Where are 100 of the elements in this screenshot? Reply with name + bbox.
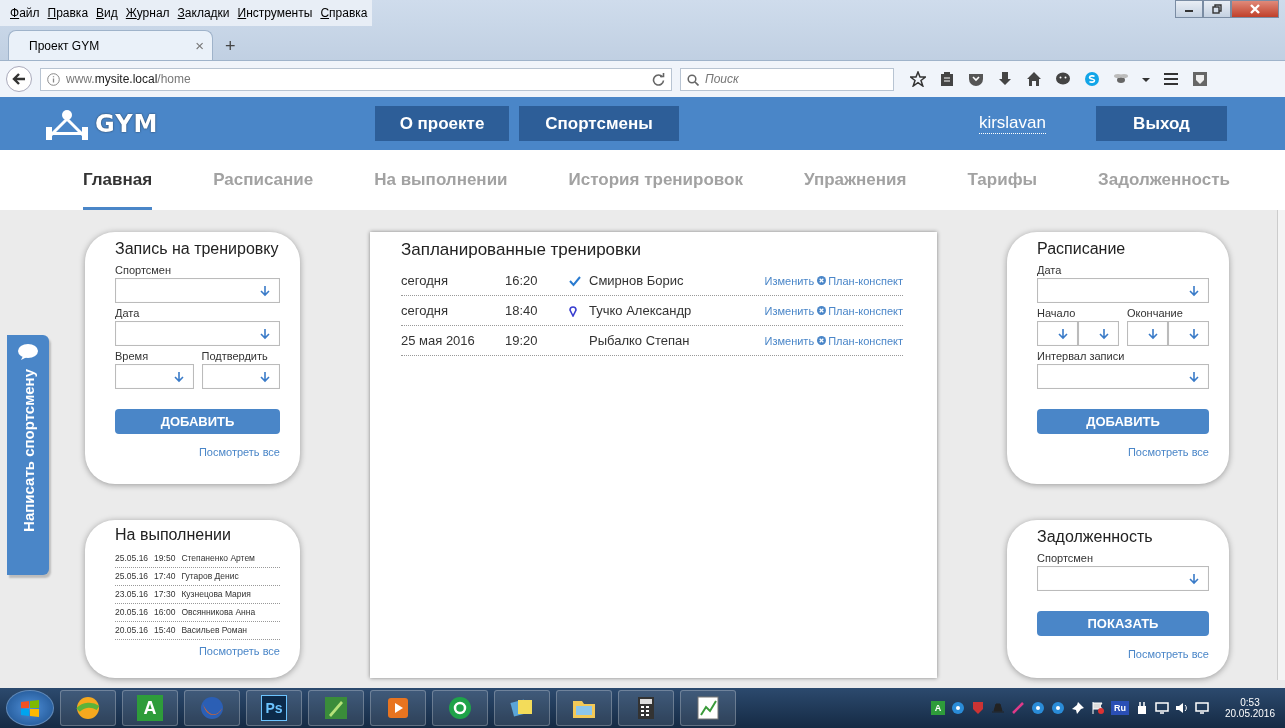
back-button[interactable]: [6, 66, 32, 92]
dropdown-field[interactable]: [1078, 321, 1119, 346]
shield-icon[interactable]: [1192, 71, 1208, 87]
shield-icon[interactable]: [970, 701, 985, 715]
tab-close-button[interactable]: ×: [195, 37, 204, 54]
time-text: 17:40: [154, 571, 176, 581]
menu-item[interactable]: Правка: [43, 4, 93, 22]
disc-icon[interactable]: [950, 701, 965, 715]
dropdown-field[interactable]: [201, 364, 280, 389]
address-bar[interactable]: www.mysite.local/home: [40, 67, 672, 91]
dropdown-field[interactable]: [1037, 566, 1209, 591]
monitor-icon[interactable]: [1194, 701, 1209, 715]
submit-button[interactable]: ДОБАВИТЬ: [115, 409, 280, 434]
monitor-icon[interactable]: [1154, 701, 1169, 715]
menu-item[interactable]: Справка: [316, 4, 372, 22]
taskbar-app-button[interactable]: [370, 690, 426, 726]
taskbar-app-button[interactable]: [308, 690, 364, 726]
disc-icon[interactable]: [1030, 701, 1045, 715]
dropdown-field[interactable]: [1037, 321, 1078, 346]
view-all-link[interactable]: Посмотреть все: [1037, 648, 1209, 660]
pen-icon[interactable]: [1010, 701, 1025, 715]
taskbar-app-button[interactable]: [556, 690, 612, 726]
nav-tab[interactable]: Задолженность: [1098, 150, 1230, 210]
field-label: Дата: [115, 307, 141, 319]
pin-icon[interactable]: [1070, 701, 1085, 715]
field-label: Начало: [1037, 307, 1077, 319]
time-text: 17:30: [154, 589, 176, 599]
menu-item[interactable]: Инструменты: [233, 4, 317, 22]
dropdown-field[interactable]: [115, 278, 280, 303]
date-text: 20.05.16: [115, 607, 149, 617]
submit-button[interactable]: ДОБАВИТЬ: [1037, 409, 1209, 434]
reload-icon[interactable]: [652, 72, 665, 86]
cancel-icon[interactable]: [816, 336, 826, 345]
taskbar-app-button[interactable]: Ps: [246, 690, 302, 726]
submit-button[interactable]: ПОКАЗАТЬ: [1037, 611, 1209, 636]
browser-tab[interactable]: Проект GYM ×: [8, 30, 213, 60]
taskbar-app-button[interactable]: [60, 690, 116, 726]
download-icon[interactable]: [997, 71, 1013, 87]
restore-button[interactable]: [1203, 0, 1231, 18]
close-button[interactable]: [1231, 0, 1279, 18]
menu-icon[interactable]: [1163, 71, 1179, 87]
edit-link[interactable]: Изменить: [764, 334, 815, 347]
nav-button[interactable]: Спортсмены: [519, 106, 679, 141]
minimize-button[interactable]: [1175, 0, 1203, 18]
nav-tab[interactable]: Упражнения: [803, 150, 907, 210]
message-athlete-tab[interactable]: Написать спортсмену: [7, 335, 49, 575]
menu-item[interactable]: Файл: [6, 4, 44, 22]
arrow-down-icon: [1058, 327, 1068, 340]
dropdown-field[interactable]: [1037, 278, 1209, 303]
date-text: 25 мая 2016: [401, 333, 476, 348]
url-text: www.mysite.local/home: [66, 72, 192, 86]
cancel-icon[interactable]: [816, 306, 826, 315]
nav-tab[interactable]: Главная: [83, 150, 153, 210]
dropdown-field[interactable]: [115, 321, 280, 346]
card-title: Расписание: [1037, 240, 1127, 258]
edit-link[interactable]: Изменить: [764, 304, 815, 317]
dropdown-field[interactable]: [115, 364, 194, 389]
nav-tab[interactable]: На выполнении: [374, 150, 508, 210]
taskbar-app-button[interactable]: [680, 690, 736, 726]
view-all-link[interactable]: Посмотреть все: [115, 645, 280, 657]
scrollbar[interactable]: [1277, 210, 1285, 680]
speaker-icon[interactable]: [1174, 701, 1189, 715]
home-icon[interactable]: [1026, 71, 1042, 87]
taskbar-app-button[interactable]: A: [122, 690, 178, 726]
menu-item[interactable]: Закладки: [173, 4, 234, 22]
menu-item[interactable]: Вид: [92, 4, 122, 22]
taskbar-app-button[interactable]: [432, 690, 488, 726]
plan-link[interactable]: План-конспект: [828, 274, 903, 287]
tray-letter-icon[interactable]: Ru: [1110, 701, 1129, 715]
plan-link[interactable]: План-конспект: [828, 334, 903, 347]
taskbar-app-button[interactable]: [494, 690, 550, 726]
dropdown-field[interactable]: [1127, 321, 1168, 346]
cancel-icon[interactable]: [816, 276, 826, 285]
tray-letter-icon[interactable]: A: [930, 701, 945, 715]
search-field[interactable]: Поиск: [680, 67, 894, 91]
start-button[interactable]: [6, 690, 54, 726]
edit-link[interactable]: Изменить: [764, 274, 815, 287]
star-icon[interactable]: [910, 71, 926, 87]
clock[interactable]: 0:53 20.05.2016: [1220, 697, 1279, 719]
skype-icon[interactable]: [1084, 71, 1100, 87]
pocket-icon[interactable]: [968, 71, 984, 87]
taskbar-app-button[interactable]: [618, 690, 674, 726]
nav-button[interactable]: О проекте: [375, 106, 509, 141]
logout-button[interactable]: Выход: [1096, 106, 1227, 141]
username-link[interactable]: kirslavan: [978, 113, 1046, 134]
chat-icon[interactable]: [1055, 71, 1071, 87]
dropdown-field[interactable]: [1168, 321, 1209, 346]
nav-tab[interactable]: Расписание: [213, 150, 314, 210]
clipboard-icon[interactable]: [939, 71, 955, 87]
dropdown-field[interactable]: [1037, 364, 1209, 389]
flag-icon[interactable]: [1090, 701, 1105, 715]
view-all-link[interactable]: Посмотреть все: [115, 446, 280, 458]
nav-tab[interactable]: История тренировок: [568, 150, 743, 210]
disc-icon[interactable]: [1050, 701, 1065, 715]
nav-tab[interactable]: Тарифы: [967, 150, 1038, 210]
card-title: Задолженность: [1037, 528, 1154, 546]
plan-link[interactable]: План-конспект: [828, 304, 903, 317]
view-all-link[interactable]: Посмотреть все: [1037, 446, 1209, 458]
new-tab-button[interactable]: +: [219, 32, 242, 60]
menu-item[interactable]: Журнал: [121, 4, 174, 22]
